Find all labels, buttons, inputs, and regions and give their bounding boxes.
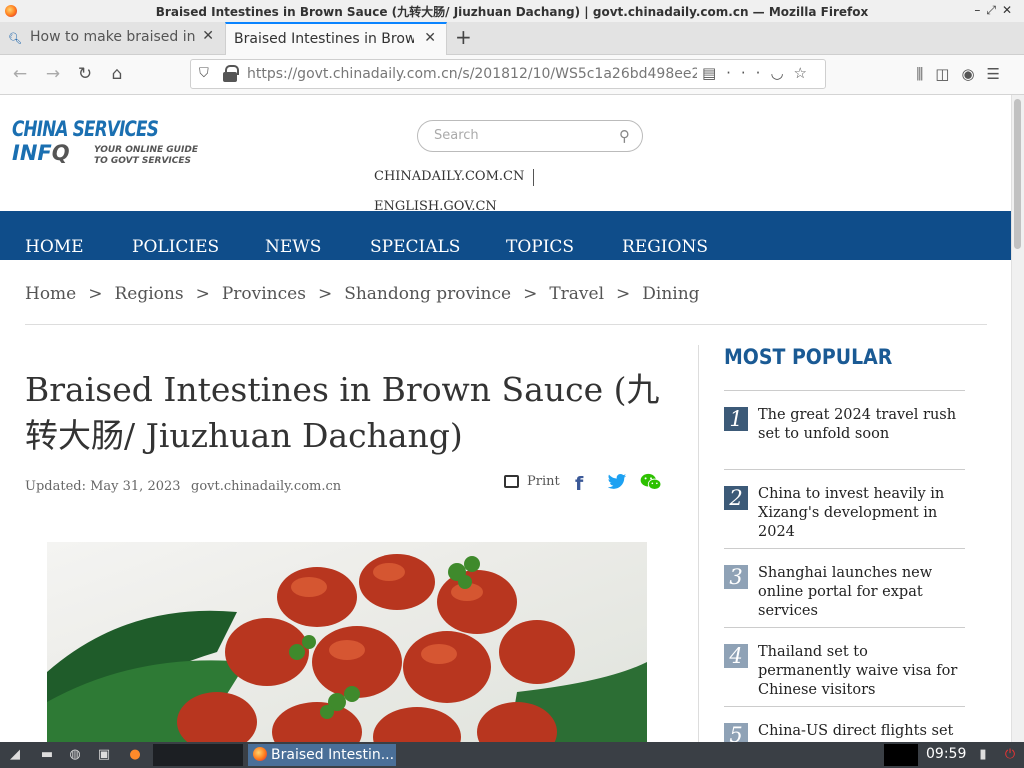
divider (724, 627, 965, 628)
divider (724, 548, 965, 549)
reader-view-icon[interactable]: ▤ (702, 64, 726, 82)
divider (724, 390, 965, 391)
twitter-share-icon[interactable] (607, 473, 627, 495)
show-desktop-icon[interactable]: ▬ (38, 746, 56, 764)
nav-news[interactable]: NEWS (265, 237, 321, 257)
file-manager-icon[interactable]: ▣ (95, 746, 113, 764)
library-icon[interactable]: ⫼ (916, 65, 935, 83)
breadcrumb-shandong[interactable]: Shandong province (344, 284, 511, 304)
url-bar-actions: ▤···◡☆ (702, 64, 817, 82)
url-text[interactable]: https://govt.chinadaily.com.cn/s/201812/… (247, 66, 697, 82)
breadcrumb-home[interactable]: Home (25, 284, 76, 304)
start-menu-icon[interactable]: ◢ (6, 746, 24, 764)
minimize-icon[interactable]: – (974, 3, 986, 17)
page-scrollbar[interactable] (1011, 95, 1024, 742)
window-titlebar: Braised Intestines in Brown Sauce (九转大肠/… (0, 0, 1024, 23)
navigation-toolbar: ← → ↻ ⌂ ⛉ https://govt.chinadaily.com.cn… (0, 55, 1024, 95)
printer-icon (504, 475, 519, 488)
rank-badge: 2 (724, 486, 748, 510)
most-popular-link-4[interactable]: Thailand set to permanently waive visa f… (758, 643, 963, 700)
account-icon[interactable]: ◉ (961, 65, 986, 83)
article-headline: Braised Intestines in Brown Sauce (九转大肠/… (25, 370, 660, 455)
rank-badge: 1 (724, 407, 748, 431)
maximize-icon[interactable]: ⤢ (986, 3, 1002, 17)
most-popular-link-1[interactable]: The great 2024 travel rush set to unfold… (758, 406, 963, 444)
shield-icon[interactable]: ⛉ (199, 66, 209, 81)
browser-launcher-icon[interactable]: ◍ (66, 746, 84, 764)
breadcrumb-dining[interactable]: Dining (642, 284, 699, 304)
article-source: govt.chinadaily.com.cn (191, 479, 342, 494)
workspace-switcher[interactable] (153, 744, 243, 766)
browser-toolbar-right: ⫼◫◉☰ (916, 65, 1012, 83)
site-logo-tagline: YOUR ONLINE GUIDE TO GOVT SERVICES (94, 145, 198, 166)
main-nav: HOME POLICIES NEWS SPECIALS TOPICS REGIO… (0, 211, 1012, 260)
most-popular-heading: MOST POPULAR (724, 345, 893, 369)
close-window-icon[interactable]: ✕ (1002, 3, 1018, 17)
clock: 09:59 (926, 746, 967, 762)
firefox-launcher-icon[interactable]: ● (126, 746, 144, 764)
divider (533, 169, 534, 186)
rank-badge: 5 (724, 723, 748, 742)
reload-icon[interactable]: ↻ (74, 63, 96, 85)
close-tab-icon[interactable]: ✕ (202, 28, 214, 44)
close-tab-icon[interactable]: ✕ (424, 30, 436, 46)
facebook-share-icon[interactable]: f (575, 473, 583, 495)
taskbar: ◢ ▬ ◍ ▣ ● Braised Intestin... 09:59 ▮ ⏻ (0, 742, 1024, 768)
user-icon[interactable]: ▮ (974, 746, 992, 764)
scrollbar-thumb[interactable] (1014, 99, 1021, 249)
tab-label: Braised Intestines in Brown (234, 31, 414, 47)
power-icon[interactable]: ⏻ (1001, 746, 1019, 764)
wechat-share-icon[interactable] (640, 473, 662, 495)
web-page: CHINA SERVICES INFQ YOUR ONLINE GUIDE TO… (0, 95, 1012, 742)
nav-regions[interactable]: REGIONS (622, 237, 708, 257)
search-placeholder: Search (434, 128, 479, 143)
breadcrumb-provinces[interactable]: Provinces (222, 284, 306, 304)
site-search-input[interactable]: Search ⚲ (417, 120, 643, 152)
system-tray (884, 744, 918, 766)
window-controls[interactable]: –⤢✕ (974, 3, 1018, 18)
sidebar-icon[interactable]: ◫ (935, 65, 961, 83)
back-icon[interactable]: ← (9, 63, 31, 85)
rank-badge: 3 (724, 565, 748, 589)
site-logo[interactable]: CHINA SERVICES (12, 117, 159, 141)
breadcrumb-travel[interactable]: Travel (549, 284, 604, 304)
most-popular-link-5[interactable]: China-US direct flights set to (758, 722, 963, 742)
menu-icon[interactable]: ☰ (987, 65, 1012, 83)
taskbar-task-firefox[interactable]: Braised Intestin... (248, 744, 396, 766)
forward-icon[interactable]: → (42, 63, 64, 85)
nav-topics[interactable]: TOPICS (506, 237, 574, 257)
home-icon[interactable]: ⌂ (106, 63, 128, 85)
link-chinadaily[interactable]: CHINADAILY.COM.CN (374, 169, 524, 184)
most-popular-link-2[interactable]: China to invest heavily in Xizang's deve… (758, 485, 963, 542)
tab-braised-intestines[interactable]: Braised Intestines in Brown ✕ (225, 22, 447, 55)
divider (724, 706, 965, 707)
print-button[interactable]: Print (504, 474, 560, 489)
article-updated-date: Updated: May 31, 2023 (25, 479, 181, 494)
new-tab-icon[interactable]: + (455, 25, 472, 49)
tab-how-to-make[interactable]: 🔍︎ How to make braised int ✕ (0, 22, 224, 54)
search-icon[interactable]: ⚲ (619, 127, 630, 145)
firefox-icon (253, 747, 267, 761)
most-popular-link-3[interactable]: Shanghai launches new online portal for … (758, 564, 963, 621)
rank-badge: 4 (724, 644, 748, 668)
tab-strip: 🔍︎ How to make braised int ✕ Braised Int… (0, 22, 1024, 55)
article-photo (47, 542, 647, 742)
window-title: Braised Intestines in Brown Sauce (九转大肠/… (155, 5, 869, 19)
search-icon: 🔍︎ (8, 32, 22, 45)
divider (25, 324, 987, 325)
nav-policies[interactable]: POLICIES (132, 237, 219, 257)
nav-home[interactable]: HOME (25, 237, 84, 257)
tab-label: How to make braised int (30, 29, 195, 45)
bookmark-star-icon[interactable]: ☆ (794, 64, 817, 82)
url-bar[interactable]: ⛉ https://govt.chinadaily.com.cn/s/20181… (190, 59, 826, 89)
site-logo-info[interactable]: INFQ (12, 141, 70, 165)
column-divider (698, 345, 699, 742)
breadcrumb-regions[interactable]: Regions (115, 284, 184, 304)
nav-specials[interactable]: SPECIALS (370, 237, 460, 257)
divider (724, 469, 965, 470)
breadcrumb: Home > Regions > Provinces > Shandong province… (25, 284, 700, 304)
page-actions-icon[interactable]: ··· (726, 64, 770, 82)
pocket-icon[interactable]: ◡ (770, 64, 793, 82)
